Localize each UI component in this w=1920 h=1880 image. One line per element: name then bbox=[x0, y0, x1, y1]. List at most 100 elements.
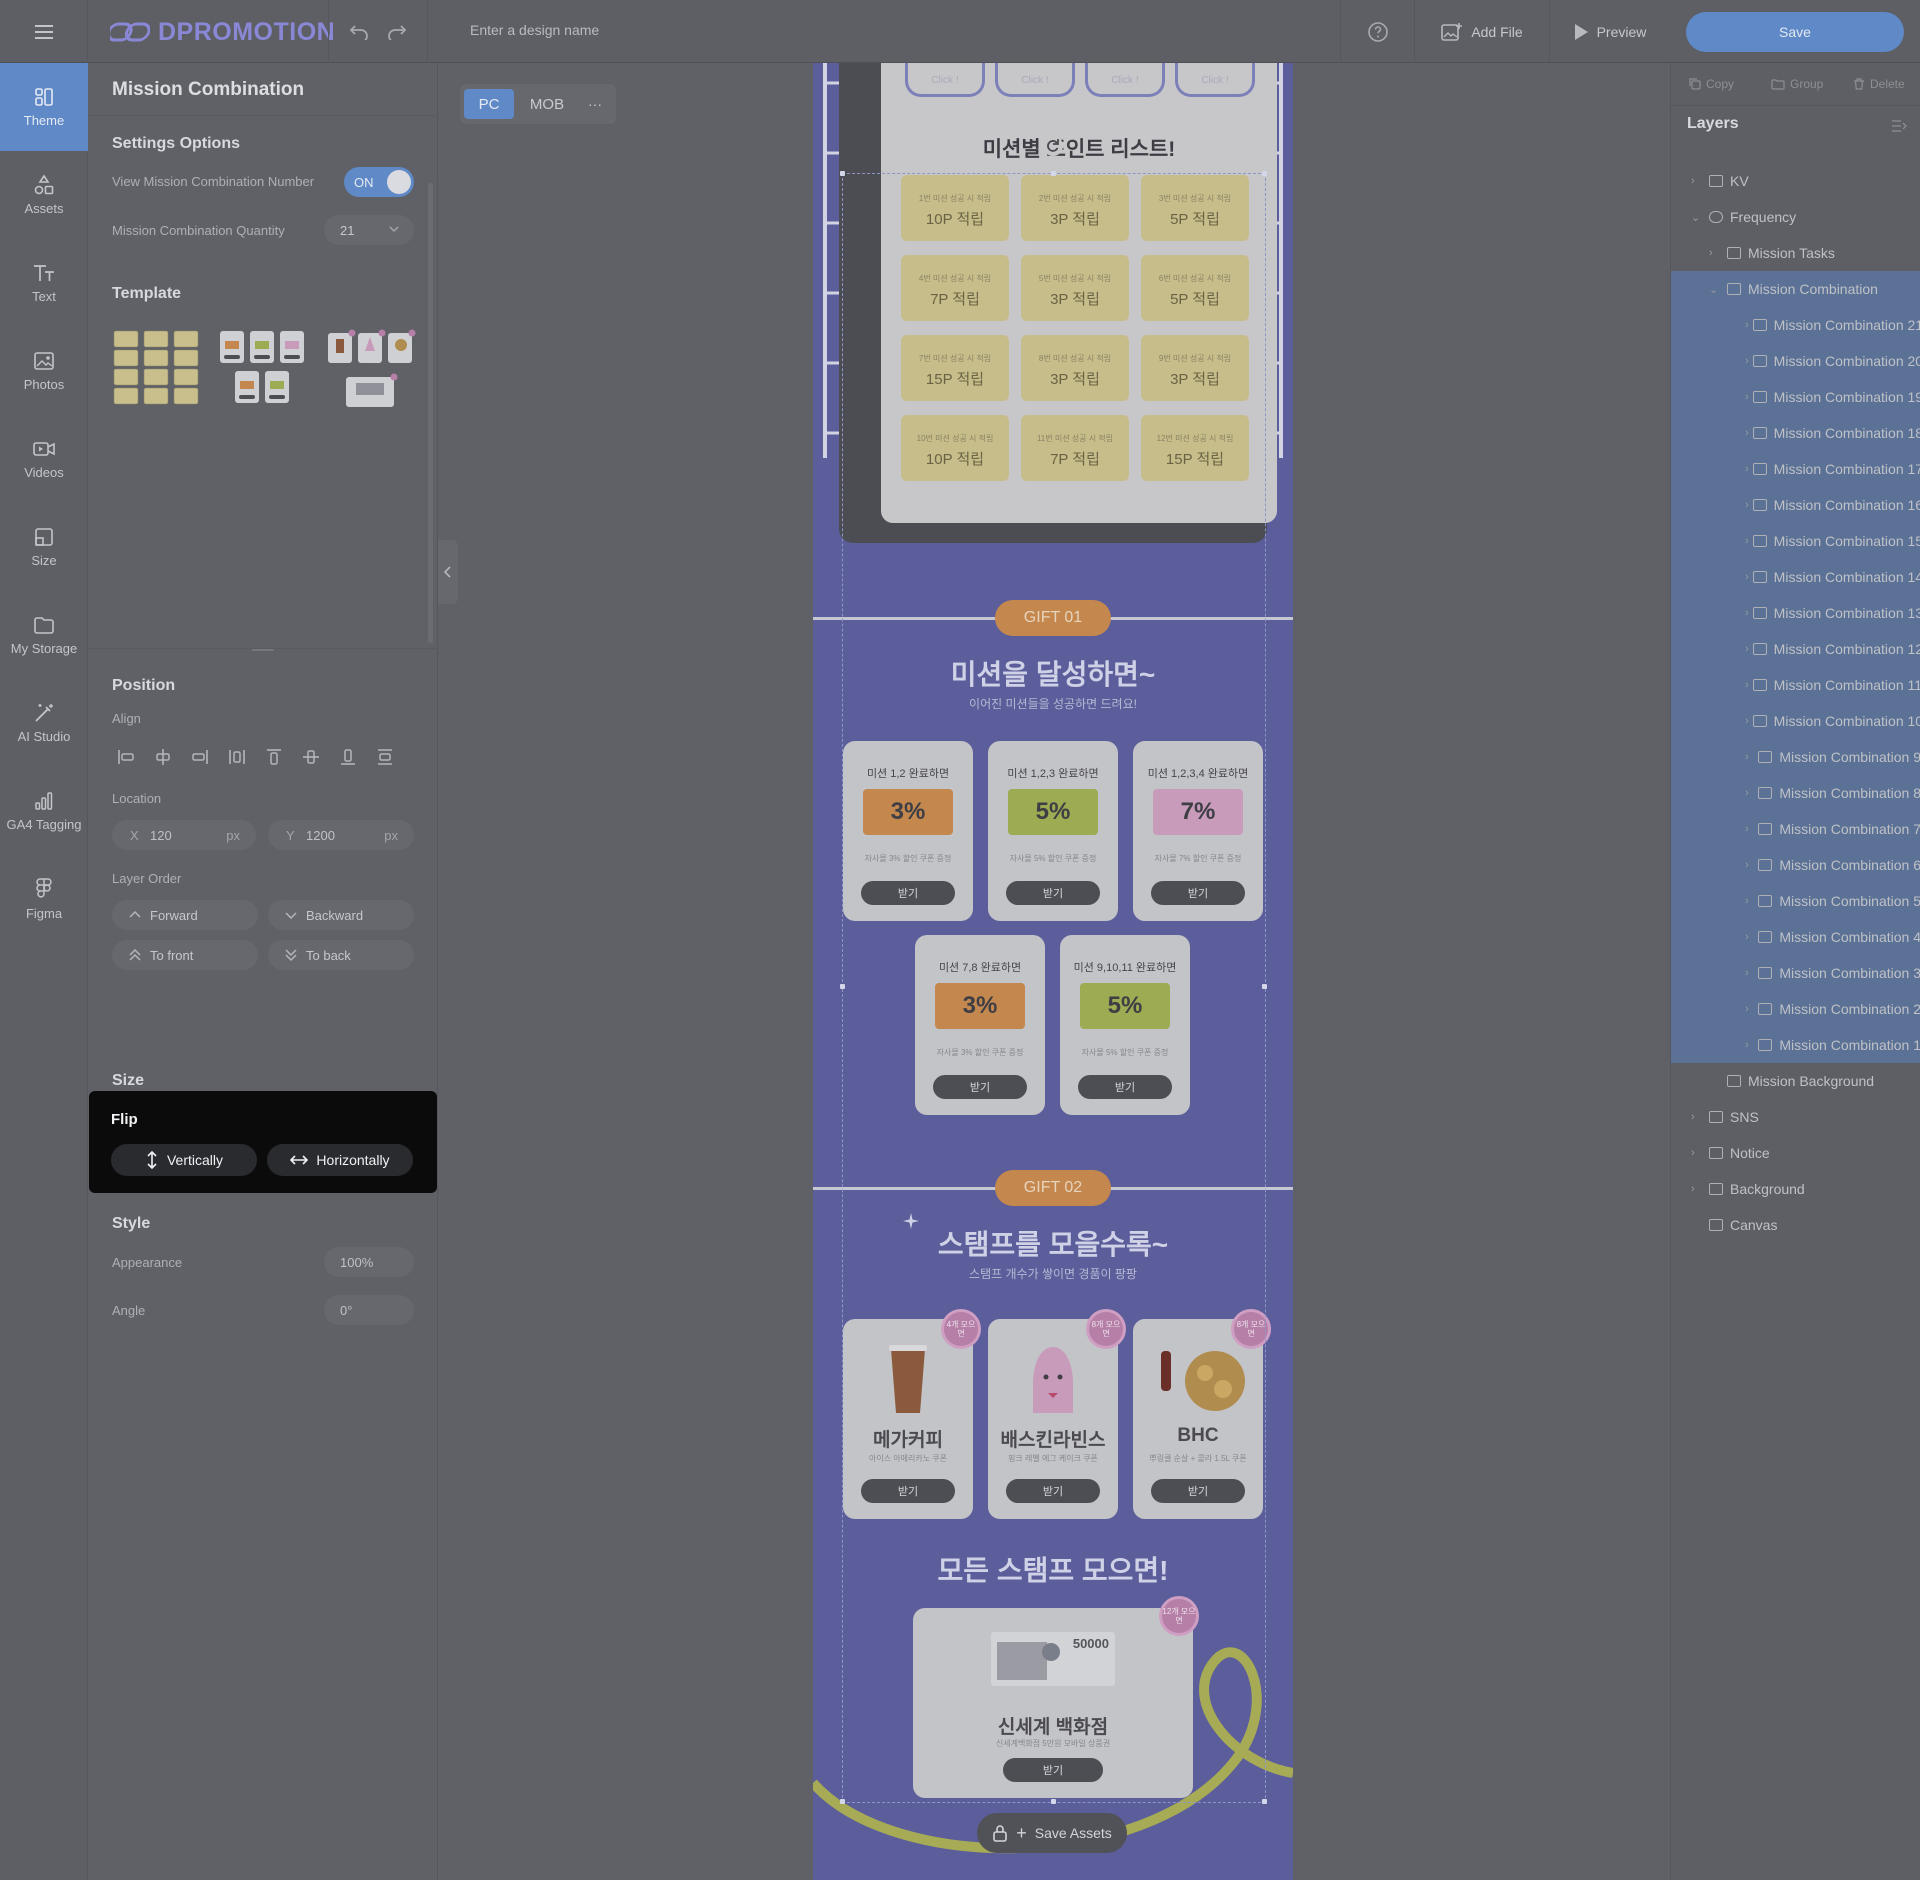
layer-item[interactable]: › Mission Combination 18 bbox=[1671, 415, 1920, 451]
template-thumb-coupons[interactable] bbox=[216, 327, 308, 411]
expand-caret-icon[interactable]: › bbox=[1745, 355, 1749, 367]
collapse-panel-button[interactable] bbox=[438, 540, 458, 604]
expand-caret-icon[interactable]: › bbox=[1691, 1147, 1705, 1159]
rail-item-size[interactable]: Size bbox=[0, 503, 88, 591]
expand-caret-icon[interactable]: › bbox=[1745, 787, 1754, 799]
to-front-button[interactable]: To front bbox=[112, 940, 258, 970]
layer-item[interactable]: › Mission Combination 15 bbox=[1671, 523, 1920, 559]
redo-icon[interactable] bbox=[387, 24, 407, 40]
layer-item[interactable]: › Mission Combination 2 bbox=[1671, 991, 1920, 1027]
expand-caret-icon[interactable]: › bbox=[1745, 967, 1754, 979]
design-canvas[interactable]: Click ! Click ! Click ! Click ! 미션별 포인트 … bbox=[813, 63, 1293, 1880]
expand-caret-icon[interactable]: › bbox=[1745, 931, 1754, 943]
resize-handle[interactable] bbox=[1262, 1799, 1267, 1804]
coupon-receive-button[interactable]: 받기 bbox=[1006, 881, 1100, 905]
quantity-select[interactable]: 21 bbox=[324, 215, 414, 245]
grand-prize-receive-button[interactable]: 받기 bbox=[1003, 1758, 1103, 1782]
expand-caret-icon[interactable]: › bbox=[1745, 535, 1749, 547]
expand-caret-icon[interactable]: › bbox=[1745, 715, 1749, 727]
layer-item[interactable]: › Mission Combination 17 bbox=[1671, 451, 1920, 487]
to-back-button[interactable]: To back bbox=[268, 940, 414, 970]
expand-caret-icon[interactable]: ⌄ bbox=[1691, 211, 1705, 224]
preview-button[interactable]: Preview bbox=[1549, 0, 1669, 63]
expand-caret-icon[interactable]: › bbox=[1745, 643, 1749, 655]
click-button[interactable]: Click ! bbox=[995, 63, 1075, 97]
design-name-input[interactable]: Enter a design name bbox=[470, 22, 599, 38]
delete-button[interactable]: Delete bbox=[1853, 63, 1905, 105]
view-number-toggle[interactable]: ON bbox=[344, 167, 414, 197]
resize-handle[interactable] bbox=[840, 171, 845, 176]
expand-caret-icon[interactable]: › bbox=[1745, 571, 1749, 583]
rail-item-figma[interactable]: Figma bbox=[0, 855, 88, 943]
layer-item[interactable]: › Mission Combination 5 bbox=[1671, 883, 1920, 919]
align-middle-button[interactable] bbox=[297, 743, 325, 771]
expand-caret-icon[interactable]: › bbox=[1745, 1039, 1754, 1051]
align-right-button[interactable] bbox=[186, 743, 214, 771]
stamp-receive-button[interactable]: 받기 bbox=[1151, 1479, 1245, 1503]
resize-handle[interactable] bbox=[1051, 1799, 1056, 1804]
y-field[interactable]: Y 1200 px bbox=[268, 820, 414, 850]
rail-item-videos[interactable]: Videos bbox=[0, 415, 88, 503]
angle-input[interactable]: 0° bbox=[324, 1295, 414, 1325]
layer-item[interactable]: › Mission Combination 6 bbox=[1671, 847, 1920, 883]
rail-item-ai-studio[interactable]: AI Studio bbox=[0, 679, 88, 767]
collapse-layers-icon[interactable] bbox=[1891, 119, 1907, 133]
tab-mob[interactable]: MOB bbox=[518, 89, 576, 119]
help-button[interactable] bbox=[1340, 0, 1414, 63]
more-options-button[interactable]: ··· bbox=[580, 89, 610, 119]
stamp-receive-button[interactable]: 받기 bbox=[1006, 1479, 1100, 1503]
expand-caret-icon[interactable]: › bbox=[1691, 1183, 1705, 1195]
layer-item[interactable]: › Notice bbox=[1671, 1135, 1920, 1171]
click-button[interactable]: Click ! bbox=[905, 63, 985, 97]
layer-item[interactable]: ⌄ Frequency bbox=[1671, 199, 1920, 235]
backward-button[interactable]: Backward bbox=[268, 900, 414, 930]
expand-caret-icon[interactable]: › bbox=[1709, 247, 1723, 259]
expand-caret-icon[interactable]: › bbox=[1745, 607, 1749, 619]
layer-item[interactable]: › KV bbox=[1671, 163, 1920, 199]
expand-caret-icon[interactable]: › bbox=[1745, 679, 1749, 691]
layer-item[interactable]: › Mission Combination 8 bbox=[1671, 775, 1920, 811]
resize-handle[interactable] bbox=[1262, 171, 1267, 176]
resize-handle[interactable] bbox=[1262, 984, 1267, 989]
click-button[interactable]: Click ! bbox=[1175, 63, 1255, 97]
layer-item[interactable]: › Mission Combination 10 bbox=[1671, 703, 1920, 739]
expand-caret-icon[interactable]: › bbox=[1745, 751, 1754, 763]
rail-item-ga4-tagging[interactable]: GA4 Tagging bbox=[0, 767, 88, 855]
coupon-receive-button[interactable]: 받기 bbox=[933, 1075, 1027, 1099]
click-button[interactable]: Click ! bbox=[1085, 63, 1165, 97]
expand-caret-icon[interactable]: › bbox=[1745, 463, 1749, 475]
expand-caret-icon[interactable]: › bbox=[1745, 1003, 1754, 1015]
expand-caret-icon[interactable]: › bbox=[1745, 895, 1754, 907]
rail-item-photos[interactable]: Photos bbox=[0, 327, 88, 415]
rail-item-text[interactable]: Text bbox=[0, 239, 88, 327]
tab-pc[interactable]: PC bbox=[464, 89, 514, 119]
layer-item[interactable]: › SNS bbox=[1671, 1099, 1920, 1135]
group-button[interactable]: Group bbox=[1771, 63, 1823, 105]
layer-item[interactable]: Mission Background bbox=[1671, 1063, 1920, 1099]
layer-item[interactable]: › Mission Combination 3 bbox=[1671, 955, 1920, 991]
layer-item[interactable]: › Mission Combination 20 bbox=[1671, 343, 1920, 379]
x-field[interactable]: X 120 px bbox=[112, 820, 256, 850]
resize-handle[interactable] bbox=[1051, 171, 1056, 176]
rail-item-assets[interactable]: Assets bbox=[0, 151, 88, 239]
expand-caret-icon[interactable]: › bbox=[1745, 823, 1754, 835]
layer-item[interactable]: › Mission Combination 7 bbox=[1671, 811, 1920, 847]
flip-horizontal-button[interactable]: Horizontally bbox=[267, 1144, 413, 1176]
distribute-h-button[interactable] bbox=[223, 743, 251, 771]
layer-item[interactable]: › Mission Combination 1 bbox=[1671, 1027, 1920, 1063]
distribute-v-button[interactable] bbox=[371, 743, 399, 771]
expand-caret-icon[interactable]: › bbox=[1691, 1111, 1705, 1123]
expand-caret-icon[interactable]: › bbox=[1745, 427, 1749, 439]
layer-item[interactable]: › Mission Combination 16 bbox=[1671, 487, 1920, 523]
template-thumb-grid[interactable] bbox=[110, 327, 202, 411]
layer-item[interactable]: › Mission Combination 13 bbox=[1671, 595, 1920, 631]
expand-caret-icon[interactable]: › bbox=[1745, 391, 1749, 403]
layer-item[interactable]: › Mission Combination 9 bbox=[1671, 739, 1920, 775]
add-file-button[interactable]: Add File bbox=[1414, 0, 1549, 63]
template-thumb-stamps[interactable] bbox=[324, 327, 416, 411]
coupon-receive-button[interactable]: 받기 bbox=[861, 881, 955, 905]
expand-caret-icon[interactable]: › bbox=[1691, 175, 1705, 187]
align-bottom-button[interactable] bbox=[334, 743, 362, 771]
align-center-h-button[interactable] bbox=[149, 743, 177, 771]
rail-item-my-storage[interactable]: My Storage bbox=[0, 591, 88, 679]
